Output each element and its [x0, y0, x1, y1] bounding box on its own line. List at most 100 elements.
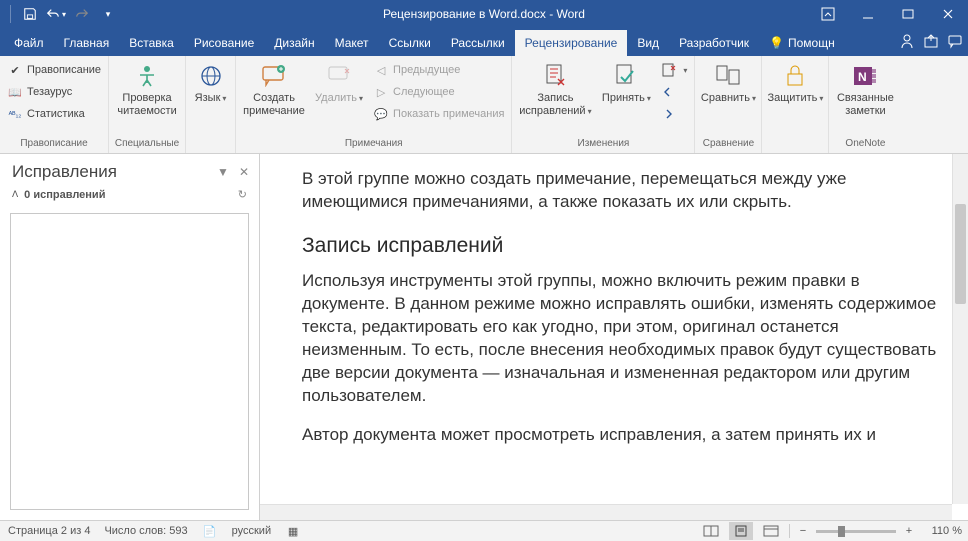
- status-language[interactable]: русский: [232, 525, 271, 537]
- track-changes-icon: [542, 62, 568, 90]
- qat-customize[interactable]: ▾: [97, 3, 119, 25]
- tab-review[interactable]: Рецензирование: [515, 30, 628, 56]
- accessibility-icon: [134, 62, 160, 90]
- document-content[interactable]: В этой группе можно создать примечание, …: [260, 154, 968, 447]
- view-read-button[interactable]: [699, 522, 723, 540]
- reject-button[interactable]: [658, 60, 690, 80]
- pane-refresh-button[interactable]: ↻: [238, 188, 247, 201]
- ribbon: ✔Правописание 📖Тезаурус ᴬᴮ₁₂Статистика П…: [0, 56, 968, 154]
- globe-icon: [199, 62, 223, 90]
- group-proofing: ✔Правописание 📖Тезаурус ᴬᴮ₁₂Статистика П…: [0, 56, 109, 153]
- zoom-out-button[interactable]: −: [796, 525, 810, 537]
- scroll-thumb[interactable]: [955, 204, 966, 304]
- pane-expand-icon[interactable]: ᐱ: [12, 189, 18, 200]
- tab-insert[interactable]: Вставка: [119, 30, 184, 56]
- status-proof-icon[interactable]: 📄: [202, 523, 218, 539]
- protect-button[interactable]: Защитить: [766, 58, 824, 105]
- signin-icon[interactable]: [898, 32, 916, 50]
- group-tracking-label: Изменения: [516, 136, 690, 153]
- prev-change-button[interactable]: [658, 82, 690, 102]
- group-tracking: Запись исправлений Принять Изменения: [512, 56, 695, 153]
- workspace: Исправления ▼ ✕ ᐱ 0 исправлений ↻ В этой…: [0, 154, 968, 520]
- new-comment-button[interactable]: Создать примечание: [240, 58, 308, 117]
- status-page[interactable]: Страница 2 из 4: [8, 525, 90, 537]
- spelling-button[interactable]: ✔Правописание: [4, 60, 104, 80]
- redo-button[interactable]: [71, 3, 93, 25]
- next-comment-button[interactable]: ▷Следующее: [370, 82, 507, 102]
- zoom-in-button[interactable]: +: [902, 525, 916, 537]
- tab-design[interactable]: Дизайн: [264, 30, 324, 56]
- next-change-button[interactable]: [658, 104, 690, 124]
- status-words[interactable]: Число слов: 593: [104, 525, 187, 537]
- check-abc-icon: ✔: [7, 62, 23, 78]
- pane-title: Исправления: [12, 162, 117, 182]
- delete-comment-button[interactable]: Удалить: [312, 58, 366, 105]
- zoom-slider[interactable]: [816, 530, 896, 533]
- close-button[interactable]: [928, 0, 968, 28]
- status-macro-icon[interactable]: ▦: [285, 523, 301, 539]
- doc-heading: Запись исправлений: [302, 232, 948, 260]
- bulb-icon: 💡: [769, 36, 784, 50]
- group-onenote: N Связанные заметки OneNote: [829, 56, 901, 153]
- tab-layout[interactable]: Макет: [325, 30, 379, 56]
- tab-draw[interactable]: Рисование: [184, 30, 264, 56]
- next-icon: ▷: [373, 84, 389, 100]
- view-print-button[interactable]: [729, 522, 753, 540]
- document-area[interactable]: В этой группе можно создать примечание, …: [260, 154, 968, 520]
- new-comment-icon: [261, 62, 287, 90]
- group-proofing-label: Правописание: [4, 136, 104, 153]
- view-web-button[interactable]: [759, 522, 783, 540]
- prev-comment-button[interactable]: ◁Предыдущее: [370, 60, 507, 80]
- tab-references[interactable]: Ссылки: [379, 30, 441, 56]
- lock-icon: [784, 62, 806, 90]
- statistics-button[interactable]: ᴬᴮ₁₂Статистика: [4, 104, 104, 124]
- quick-access-toolbar: ▾: [0, 3, 119, 25]
- thesaurus-button[interactable]: 📖Тезаурус: [4, 82, 104, 102]
- maximize-button[interactable]: [888, 0, 928, 28]
- compare-icon: [715, 62, 741, 90]
- delete-comment-icon: [327, 62, 351, 90]
- doc-p1: В этой группе можно создать примечание, …: [302, 168, 948, 214]
- zoom-handle[interactable]: [838, 526, 845, 537]
- onenote-button[interactable]: N Связанные заметки: [833, 58, 897, 117]
- tab-home[interactable]: Главная: [54, 30, 120, 56]
- group-protect: Защитить: [762, 56, 829, 153]
- tab-view[interactable]: Вид: [627, 30, 669, 56]
- tab-help[interactable]: 💡Помощн: [759, 30, 845, 56]
- show-comments-button[interactable]: 💬Показать примечания: [370, 104, 507, 124]
- share-icon[interactable]: [922, 32, 940, 50]
- comments-icon[interactable]: [946, 32, 964, 50]
- accept-icon: [613, 62, 639, 90]
- tab-file[interactable]: Файл: [4, 30, 54, 56]
- doc-p3: Автор документа может просмотреть исправ…: [302, 424, 948, 447]
- book-icon: 📖: [7, 84, 23, 100]
- pane-menu-button[interactable]: ▼: [217, 165, 229, 179]
- undo-button[interactable]: [45, 3, 67, 25]
- revisions-pane: Исправления ▼ ✕ ᐱ 0 исправлений ↻: [0, 154, 260, 520]
- language-button[interactable]: Язык: [190, 58, 231, 105]
- reading-button[interactable]: Проверка читаемости: [113, 58, 181, 117]
- save-button[interactable]: [19, 3, 41, 25]
- prev-change-icon: [661, 84, 677, 100]
- zoom-level[interactable]: 110 %: [922, 525, 962, 537]
- tab-mailings[interactable]: Рассылки: [441, 30, 515, 56]
- group-onenote-label: OneNote: [833, 136, 897, 153]
- horizontal-scrollbar[interactable]: [260, 504, 952, 520]
- group-comments-label: Примечания: [240, 136, 507, 153]
- abc-count-icon: ᴬᴮ₁₂: [7, 106, 23, 122]
- group-compare: Сравнить Сравнение: [695, 56, 762, 153]
- minimize-button[interactable]: [848, 0, 888, 28]
- ribbon-tabs: Файл Главная Вставка Рисование Дизайн Ма…: [0, 28, 968, 56]
- ribbon-collapse-button[interactable]: [808, 0, 848, 28]
- show-comments-icon: 💬: [373, 106, 389, 122]
- vertical-scrollbar[interactable]: [952, 154, 968, 504]
- onenote-icon: N: [852, 62, 878, 90]
- track-changes-button[interactable]: Запись исправлений: [516, 58, 594, 117]
- svg-text:N: N: [858, 70, 867, 84]
- group-compare-label: Сравнение: [699, 136, 757, 153]
- accept-button[interactable]: Принять: [598, 58, 654, 105]
- tab-developer[interactable]: Разработчик: [669, 30, 759, 56]
- compare-button[interactable]: Сравнить: [699, 58, 757, 105]
- pane-close-button[interactable]: ✕: [239, 165, 249, 179]
- title-bar: ▾ Рецензирование в Word.docx - Word: [0, 0, 968, 28]
